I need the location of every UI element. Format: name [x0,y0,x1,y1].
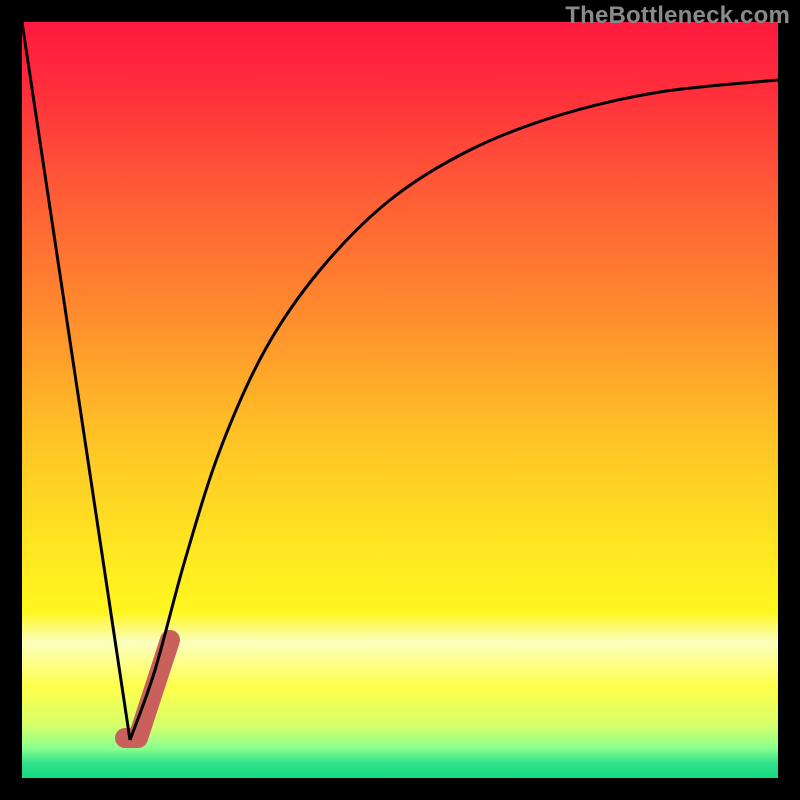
curve-layer [22,22,778,778]
watermark-text: TheBottleneck.com [565,2,790,30]
left-descent [22,22,130,740]
chart-frame: TheBottleneck.com [0,0,800,800]
right-curve [130,80,778,740]
plot-area [22,22,778,778]
